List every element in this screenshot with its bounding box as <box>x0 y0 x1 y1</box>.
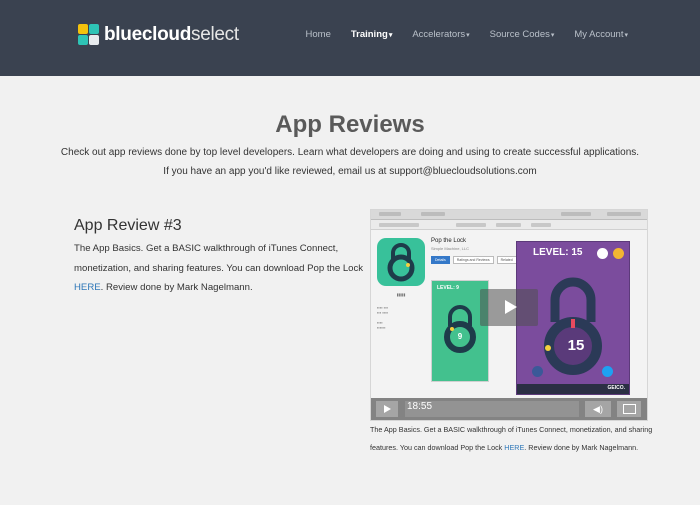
intro-text: Check out app reviews done by top level … <box>60 147 640 158</box>
main-menu: Home Training▾ Accelerators▾ Source Code… <box>306 29 628 40</box>
video-duration: 18:55 <box>407 401 433 412</box>
review-title: App Review #3 <box>74 217 182 234</box>
download-link[interactable]: HERE <box>74 282 101 293</box>
control-play-button[interactable] <box>376 401 398 417</box>
intro-contact-text: If you have an app you'd like reviewed, … <box>163 166 537 177</box>
app-store-developer: Simple Machine, LLC <box>431 246 470 251</box>
video-browser-bar <box>371 210 647 220</box>
chevron-down-icon: ▾ <box>624 32 628 39</box>
play-icon <box>505 300 517 314</box>
top-navbar: bluecloudselect Home Training▾ Accelerat… <box>0 0 700 76</box>
nav-accelerators[interactable]: Accelerators▾ <box>412 29 469 40</box>
fullscreen-button[interactable] <box>617 401 641 417</box>
play-button[interactable] <box>480 289 538 326</box>
caption-download-link[interactable]: HERE <box>504 443 524 452</box>
speaker-icon: ◀) <box>593 404 603 414</box>
video-caption: The App Basics. Get a BASIC walkthrough … <box>370 425 653 452</box>
logo-icon <box>78 24 100 46</box>
nav-source-codes[interactable]: Source Codes▾ <box>490 29 555 40</box>
app-store-title: Pop the Lock <box>431 238 467 244</box>
chevron-down-icon: ▾ <box>550 32 555 39</box>
app-icon-image <box>377 238 425 286</box>
review-description: The App Basics. Get a BASIC walkthrough … <box>74 243 364 293</box>
download-text: ▮▮▮▮ <box>396 292 406 297</box>
chevron-down-icon: ▾ <box>466 32 470 39</box>
twitter-icon <box>602 366 613 377</box>
video-toolbar <box>371 220 647 230</box>
page-title: App Reviews <box>275 111 425 138</box>
video-player[interactable]: ▮▮▮▮ ▪▪▪▪ ▪▪▪ ▪▪▪ ▪▪▪▪ ▪▪▪▪ ▪▪▪▪▪▪ Pop the … <box>370 209 648 421</box>
logo-text: bluecloudselect <box>104 24 239 45</box>
chevron-down-icon: ▾ <box>388 32 393 39</box>
app-meta: ▪▪▪▪ ▪▪▪ ▪▪▪ ▪▪▪▪ ▪▪▪▪ ▪▪▪▪▪▪ <box>377 305 389 330</box>
fullscreen-icon <box>623 404 636 414</box>
app-store-tabs: Details Ratings and Reviews Related <box>431 256 517 264</box>
play-icon <box>384 405 391 413</box>
video-controls: 18:55 ◀) <box>371 398 647 420</box>
brand-logo[interactable]: bluecloudselect <box>78 22 239 48</box>
nav-home[interactable]: Home <box>306 29 331 40</box>
volume-button[interactable]: ◀) <box>585 401 611 417</box>
ad-banner: GEICO. <box>517 384 629 394</box>
facebook-icon <box>532 366 543 377</box>
nav-training[interactable]: Training▾ <box>351 29 392 40</box>
nav-my-account[interactable]: My Account▾ <box>574 29 628 40</box>
